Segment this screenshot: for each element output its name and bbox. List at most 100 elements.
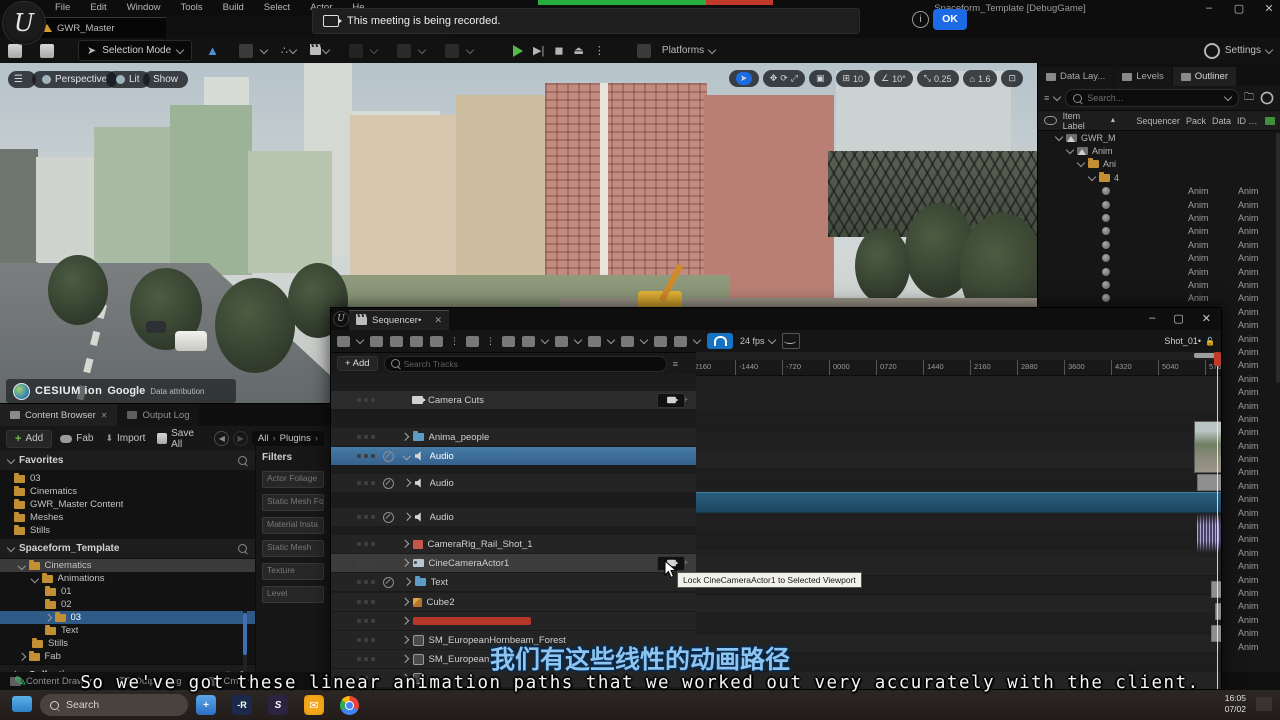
expand-icon[interactable] — [1055, 132, 1063, 140]
wrench-icon[interactable] — [522, 336, 535, 347]
import-button[interactable]: ⬇Import — [101, 431, 149, 446]
menu-item-file[interactable]: File — [46, 1, 79, 14]
visibility-column-icon[interactable] — [1044, 116, 1057, 125]
outliner-item-row[interactable]: AnimAnim — [1038, 278, 1280, 291]
expand-icon[interactable] — [401, 598, 409, 606]
volumes-dropdown[interactable] — [343, 44, 377, 58]
project-folder-03[interactable]: 03 — [0, 611, 255, 624]
move-rotate-scale-tools[interactable]: ✥⟳⤢ — [763, 70, 805, 87]
expand-icon[interactable] — [401, 433, 409, 441]
filter-level[interactable]: Level — [262, 586, 324, 603]
notification-center-icon[interactable] — [1256, 697, 1272, 711]
cinematics-dropdown[interactable] — [310, 47, 329, 55]
sequencer-timeline[interactable]: -2160-1440-72000000720144021602880360043… — [696, 352, 1221, 689]
save-icon[interactable] — [8, 44, 22, 58]
modes-dropdown[interactable]: ∴ — [281, 44, 296, 57]
outliner-item-row[interactable]: AnimAnim — [1038, 292, 1280, 305]
track-anima-people[interactable]: Anima_people — [331, 428, 696, 447]
expand-icon[interactable] — [403, 513, 411, 521]
outliner-item-row[interactable]: AnimAnim — [1038, 198, 1280, 211]
landscape-dropdown[interactable] — [391, 44, 425, 58]
camera-add-icon[interactable] — [410, 336, 423, 347]
expand-icon[interactable] — [1077, 159, 1085, 167]
taskbar-clock[interactable]: 16:05 07/02 — [1225, 693, 1246, 716]
menu-item-window[interactable]: Window — [118, 1, 170, 14]
rotation-snap[interactable]: ∠10° — [874, 70, 913, 87]
sequencer-titlebar[interactable]: U Sequencer• ✕ – ▢ ✕ — [331, 308, 1221, 330]
favorite-folder-meshes[interactable]: Meshes — [0, 511, 255, 524]
play-options-icon[interactable]: ⋮ — [594, 44, 605, 57]
tab-output-log[interactable]: Output Log — [117, 404, 199, 426]
timeline-lane[interactable] — [696, 469, 1221, 488]
track-camera-cuts[interactable]: Camera Cuts+ — [331, 391, 696, 410]
expand-icon[interactable] — [403, 452, 411, 460]
menu-item-edit[interactable]: Edit — [81, 1, 115, 14]
close-tab-icon[interactable]: ✕ — [434, 315, 442, 326]
add-button[interactable]: +Add — [6, 430, 52, 448]
track-audio[interactable]: Audio — [331, 508, 696, 527]
foliage-dropdown[interactable] — [439, 44, 473, 58]
expand-icon[interactable] — [403, 479, 411, 487]
filter-actor-foliage[interactable]: Actor Foliage — [262, 471, 324, 488]
timeline-lane[interactable] — [696, 595, 1221, 614]
track-redacted[interactable] — [331, 612, 696, 631]
column-sequencer[interactable]: Sequencer — [1136, 116, 1180, 126]
timeline-lane[interactable] — [696, 450, 1221, 469]
project-folder-animations[interactable]: Animations — [0, 572, 255, 585]
timeline-ruler[interactable]: -2160-1440-72000000720144021602880360043… — [696, 360, 1221, 376]
track-cube2[interactable]: Cube2 — [331, 593, 696, 612]
grid-snap[interactable]: ⊞10 — [836, 70, 871, 87]
selected-audio-lane[interactable] — [696, 492, 1221, 513]
world-save-icon[interactable] — [337, 336, 350, 347]
content-icon[interactable] — [390, 336, 403, 347]
close-button[interactable]: ✕ — [1202, 312, 1211, 325]
track-text[interactable]: Text — [331, 573, 696, 592]
blueprint-button[interactable]: ▲ — [206, 43, 219, 58]
outliner-item-row[interactable]: AnimAnim — [1038, 211, 1280, 224]
diamond-icon[interactable] — [621, 336, 634, 347]
minimize-button[interactable]: – — [1149, 312, 1155, 325]
selection-mode-dropdown[interactable]: ➤ Selection Mode — [78, 40, 192, 61]
mute-icon[interactable] — [383, 577, 394, 588]
track-audio[interactable]: Audio — [331, 447, 696, 466]
fab-button[interactable]: Fab — [56, 431, 97, 446]
outliner-item-row[interactable]: AnimAnim — [1038, 238, 1280, 251]
breadcrumb[interactable]: All › Plugins › — [252, 431, 324, 446]
favorites-section-header[interactable]: Favorites — [0, 451, 255, 470]
expand-icon[interactable] — [403, 578, 411, 586]
menu-item-select[interactable]: Select — [255, 1, 299, 14]
forward-button[interactable]: ▶ — [233, 431, 248, 446]
create-folder-icon[interactable]: 🗀 — [1244, 90, 1254, 107]
expand-icon[interactable] — [44, 614, 52, 622]
project-section-header[interactable]: Spaceform_Template — [0, 539, 255, 558]
back-button[interactable]: ◀ — [214, 431, 229, 446]
column-id[interactable]: ID Na — [1237, 116, 1259, 126]
expand-icon[interactable] — [401, 559, 409, 567]
search-icon[interactable] — [238, 544, 247, 553]
auto-key-icon[interactable] — [654, 336, 667, 347]
play-button[interactable] — [513, 45, 523, 57]
outliner-settings-icon[interactable] — [1261, 92, 1274, 105]
track-audio[interactable]: Audio — [331, 474, 696, 493]
fps-dropdown[interactable]: 24 fps — [740, 336, 775, 346]
actor-sequence-icon[interactable] — [502, 336, 515, 347]
close-button[interactable]: ✕ — [1262, 2, 1276, 15]
save-all-button[interactable]: Save All — [153, 426, 210, 452]
playhead-marker[interactable] — [1214, 352, 1221, 366]
favorite-folder-cinematics[interactable]: Cinematics — [0, 485, 255, 498]
outliner-tree-row[interactable]: Ani — [1038, 158, 1280, 171]
favorite-folder-gwr-master-content[interactable]: GWR_Master Content — [0, 498, 255, 511]
outliner-tree-row[interactable]: Anim — [1038, 144, 1280, 157]
save-icon[interactable] — [370, 336, 383, 347]
outliner-item-row[interactable]: AnimAnim — [1038, 252, 1280, 265]
expand-icon[interactable] — [401, 617, 409, 625]
expand-icon[interactable] — [1088, 173, 1096, 181]
column-item-label[interactable]: Item Label — [1063, 111, 1104, 131]
column-pack[interactable]: Pack — [1186, 116, 1206, 126]
track-camerarig-rail-shot-1[interactable]: CameraRig_Rail_Shot_1 — [331, 535, 696, 554]
s-app-icon[interactable]: S — [268, 695, 288, 715]
shot-label[interactable]: Shot_01•🔓 — [1164, 336, 1215, 346]
menu-item-build[interactable]: Build — [214, 1, 253, 14]
platforms-dropdown[interactable]: Platforms — [631, 44, 715, 58]
lock-camera-button[interactable] — [657, 393, 685, 408]
